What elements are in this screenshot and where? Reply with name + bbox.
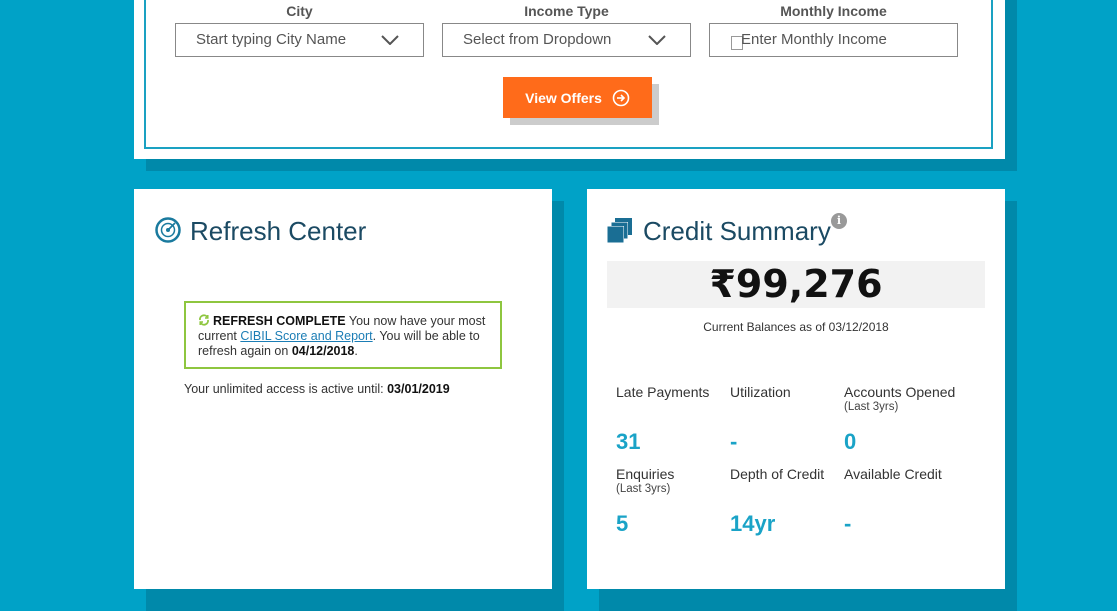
- stat-label: Accounts Opened: [844, 384, 956, 400]
- stat-depth-of-credit: Depth of Credit: [730, 466, 840, 483]
- refresh-center-title: Refresh Center: [190, 216, 367, 246]
- stat-enquiries: Enquiries (Last 3yrs): [616, 466, 726, 495]
- cibil-report-link[interactable]: CIBIL Score and Report: [240, 329, 372, 343]
- refresh-center-card: Refresh Center REFRESH COMPLETE You now …: [134, 189, 552, 589]
- available-credit-value: -: [844, 511, 852, 536]
- utilization-value: -: [730, 429, 738, 454]
- arrow-circle-right-icon: [612, 89, 630, 106]
- enquiries-value: 5: [616, 511, 629, 536]
- chevron-down-icon: [648, 35, 666, 45]
- access-text: Your unlimited access is active until:: [184, 382, 388, 396]
- city-placeholder: Start typing City Name: [196, 31, 347, 48]
- monthly-income-label: Monthly Income: [780, 3, 887, 19]
- stat-late-payments: Late Payments: [616, 384, 726, 401]
- current-balance: ₹99,276: [607, 261, 985, 308]
- sync-icon: [199, 314, 209, 326]
- radar-icon: [155, 217, 181, 243]
- credit-summary-title: Credit Summary: [643, 216, 831, 246]
- access-status: Your unlimited access is active until: 0…: [184, 382, 450, 396]
- stat-utilization: Utilization: [730, 384, 840, 401]
- monthly-income-placeholder: Enter Monthly Income: [741, 31, 887, 48]
- credit-summary-card: Credit Summary i ₹99,276 Current Balance…: [587, 189, 1005, 589]
- stat-label: Enquiries: [616, 466, 675, 482]
- refresh-status-heading: REFRESH COMPLETE: [213, 314, 346, 328]
- depth-of-credit-value: 14yr: [730, 511, 776, 536]
- stat-label: Utilization: [730, 384, 791, 400]
- balance-caption: Current Balances as of 03/12/2018: [703, 320, 889, 334]
- offer-panel: City Start typing City Name Income Type …: [134, 0, 1005, 159]
- accounts-opened-value: 0: [844, 429, 857, 454]
- income-type-placeholder: Select from Dropdown: [463, 31, 612, 48]
- chevron-down-icon: [381, 35, 399, 45]
- city-input[interactable]: Start typing City Name: [175, 23, 424, 57]
- income-type-label: Income Type: [524, 3, 609, 19]
- stat-label: Late Payments: [616, 384, 710, 400]
- stacked-cards-icon: [607, 218, 632, 243]
- stat-accounts-opened: Accounts Opened (Last 3yrs): [844, 384, 974, 413]
- late-payments-value: 31: [616, 429, 641, 454]
- access-date: 03/01/2019: [387, 382, 450, 396]
- city-label: City: [286, 3, 313, 19]
- income-type-select[interactable]: Select from Dropdown: [442, 23, 691, 57]
- info-icon[interactable]: i: [831, 213, 847, 229]
- stat-sublabel: (Last 3yrs): [844, 401, 899, 413]
- stat-sublabel: (Last 3yrs): [616, 483, 671, 495]
- view-offers-button[interactable]: View Offers: [503, 77, 652, 118]
- stat-available-credit: Available Credit: [844, 466, 974, 483]
- refresh-date: 04/12/2018: [291, 344, 355, 358]
- offer-form: City Start typing City Name Income Type …: [144, 0, 993, 149]
- stat-label: Available Credit: [844, 466, 942, 482]
- refresh-status-box: REFRESH COMPLETE You now have your most …: [184, 301, 502, 369]
- stat-label: Depth of Credit: [730, 466, 825, 482]
- refresh-status-text-3: .: [354, 344, 358, 358]
- monthly-income-input[interactable]: Enter Monthly Income: [709, 23, 958, 57]
- view-offers-label: View Offers: [525, 89, 602, 106]
